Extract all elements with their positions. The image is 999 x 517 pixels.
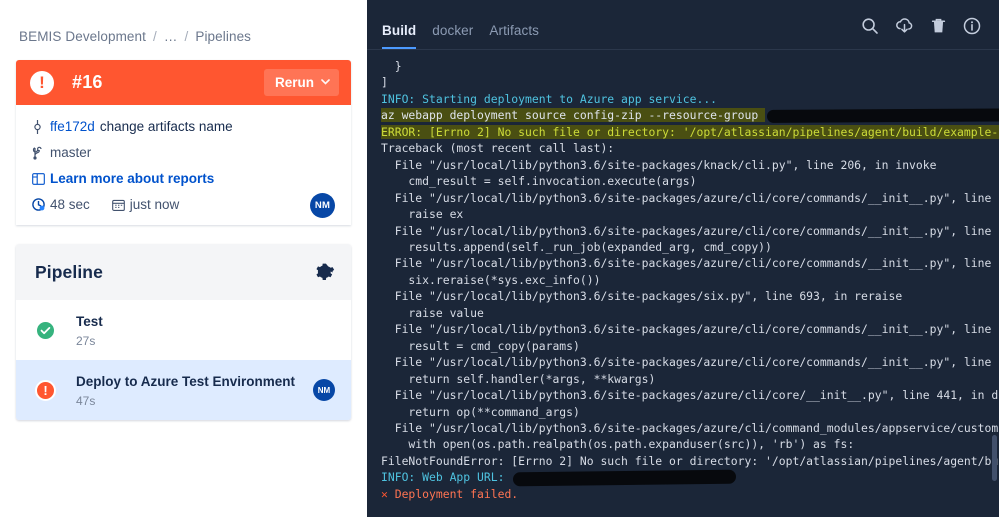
step-name: Test: [76, 313, 103, 329]
log-info-text: INFO: Starting deployment to Azure app s…: [381, 91, 718, 106]
breadcrumb-item-project[interactable]: BEMIS Development: [19, 29, 146, 44]
step-text: Deploy to Azure Test Environment 47s: [76, 373, 295, 408]
step-name: Deploy to Azure Test Environment: [76, 373, 296, 389]
build-status-card: ! #16 Rerun ffe172d change artifacts nam…: [16, 60, 351, 225]
tab-docker[interactable]: docker: [432, 23, 473, 49]
log-line: }: [381, 59, 402, 73]
log-line: File "/usr/local/lib/python3.6/site-pack…: [381, 256, 999, 271]
breadcrumb-separator: /: [184, 29, 189, 44]
log-line: INFO: Web App URL:: [381, 469, 999, 487]
breadcrumb-item-ellipsis[interactable]: …: [164, 29, 178, 44]
build-status-body: ffe172d change artifacts name master Lea…: [16, 105, 351, 225]
learn-more-reports-link[interactable]: Learn more about reports: [50, 171, 214, 186]
breadcrumb-separator: /: [153, 29, 157, 44]
reports-icon: [32, 172, 50, 185]
log-failed-text: Deployment failed.: [387, 486, 519, 501]
log-line: ERROR: [Errno 2] No such file or directo…: [381, 124, 999, 140]
tab-build[interactable]: Build: [382, 23, 417, 49]
info-icon[interactable]: [963, 17, 981, 35]
success-check-icon: [35, 319, 56, 341]
trash-icon[interactable]: [930, 17, 947, 35]
commit-row[interactable]: ffe172d change artifacts name: [32, 119, 335, 134]
pipeline-card: Pipeline Test 27s ! Deploy to Azure Test…: [16, 244, 351, 420]
step-text: Test 27s: [76, 313, 103, 348]
search-icon[interactable]: [861, 17, 879, 35]
log-command-text: az webapp deployment source config-zip -…: [381, 108, 766, 123]
pipeline-step-deploy[interactable]: ! Deploy to Azure Test Environment 47s N…: [16, 360, 351, 420]
log-line: File "/usr/local/lib/python3.6/site-pack…: [381, 223, 999, 238]
console-actions: [861, 17, 981, 49]
step-duration: 27s: [76, 333, 96, 348]
log-error-text: ERROR: [Errno 2] No such file or directo…: [381, 124, 999, 139]
log-line: az webapp deployment source config-zip -…: [381, 107, 999, 124]
relative-time: just now: [129, 197, 180, 212]
breadcrumb: BEMIS Development / … / Pipelines: [0, 0, 367, 44]
commit-message: change artifacts name: [99, 119, 233, 134]
log-line: File "/usr/local/lib/python3.6/site-pack…: [381, 355, 999, 370]
time-chunk: just now: [111, 197, 180, 212]
breadcrumb-item-pipelines[interactable]: Pipelines: [195, 29, 251, 44]
console-log[interactable]: }] INFO: Starting deployment to Azure app…: [367, 50, 999, 510]
rerun-button[interactable]: Rerun: [263, 69, 339, 96]
commit-icon: [32, 119, 50, 134]
console-panel: Build docker Artifacts }] INFO: Starting…: [367, 0, 999, 517]
log-line: raise value: [381, 305, 484, 320]
branch-name: master: [50, 145, 92, 160]
log-line: raise ex: [381, 207, 464, 222]
log-line: ✕ Deployment failed.: [381, 486, 999, 502]
timing-row: 48 sec just now NM: [32, 193, 335, 218]
cloud-download-icon[interactable]: [895, 17, 914, 35]
duration-chunk: 48 sec: [32, 197, 90, 212]
error-exclamation-icon: !: [30, 70, 54, 95]
build-status-header: ! #16 Rerun: [16, 60, 351, 105]
log-line: File "/usr/local/lib/python3.6/site-pack…: [381, 190, 999, 205]
pipeline-step-test[interactable]: Test 27s: [16, 300, 351, 360]
redaction-mark: [513, 469, 737, 487]
log-line: Traceback (most recent call last):: [381, 141, 615, 156]
error-exclamation-icon: !: [35, 379, 56, 401]
calendar-icon: [111, 199, 130, 211]
log-line: return op(**command_args): [381, 404, 580, 419]
log-line: File "/usr/local/lib/python3.6/site-pack…: [381, 420, 999, 435]
chevron-down-icon: [321, 77, 330, 88]
pipeline-header: Pipeline: [16, 244, 351, 300]
failure-cross-icon: ✕: [381, 486, 388, 501]
pipeline-steps: Test 27s ! Deploy to Azure Test Environm…: [16, 300, 351, 420]
build-duration: 48 sec: [50, 197, 90, 212]
log-line: File "/usr/local/lib/python3.6/site-pack…: [381, 289, 903, 304]
log-info-text: INFO: Web App URL:: [381, 470, 512, 485]
reports-row[interactable]: Learn more about reports: [32, 171, 335, 186]
log-line: INFO: Starting deployment to Azure app s…: [381, 91, 999, 107]
log-line: result = cmd_copy(params): [381, 338, 580, 353]
step-duration: 47s: [76, 393, 96, 408]
console-tabs: Build docker Artifacts: [382, 23, 539, 49]
avatar[interactable]: NM: [310, 193, 335, 218]
tab-artifacts[interactable]: Artifacts: [489, 23, 539, 49]
build-number: #16: [72, 72, 103, 92]
log-line: cmd_result = self.invocation.execute(arg…: [381, 174, 697, 189]
log-line: File "/usr/local/lib/python3.6/site-pack…: [381, 388, 999, 403]
log-line: File "/usr/local/lib/python3.6/site-pack…: [381, 322, 999, 337]
redaction-mark: [767, 108, 999, 124]
branch-row[interactable]: master: [32, 145, 335, 160]
clock-icon: [32, 198, 50, 211]
log-line: six.reraise(*sys.exc_info()): [381, 272, 601, 287]
rerun-button-label: Rerun: [274, 75, 314, 90]
pipelines-page: BEMIS Development / … / Pipelines ! #16 …: [0, 0, 999, 517]
log-line: with open(os.path.realpath(os.path.expan…: [381, 437, 855, 452]
log-line: results.append(self._run_job(expanded_ar…: [381, 239, 772, 254]
log-line: File "/usr/local/lib/python3.6/site-pack…: [381, 157, 937, 172]
avatar[interactable]: NM: [313, 379, 335, 401]
gear-icon[interactable]: [316, 263, 335, 282]
pipeline-title: Pipeline: [35, 261, 103, 282]
log-line: ]: [381, 75, 388, 90]
log-line: return self.handler(*args, **kwargs): [381, 371, 656, 386]
console-header: Build docker Artifacts: [367, 0, 999, 50]
log-line: FileNotFoundError: [Errno 2] No such fil…: [381, 453, 999, 468]
branch-icon: [32, 146, 50, 160]
left-panel: BEMIS Development / … / Pipelines ! #16 …: [0, 0, 367, 517]
horizontal-scrollbar[interactable]: [992, 435, 997, 481]
commit-hash[interactable]: ffe172d: [50, 119, 95, 134]
